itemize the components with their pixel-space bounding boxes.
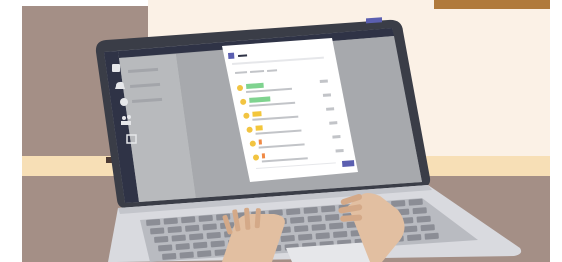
illustration-canvas xyxy=(22,0,550,262)
row-tag xyxy=(255,125,263,131)
keyboard-key xyxy=(189,233,204,241)
keyboard-key xyxy=(175,243,190,251)
dialog-icon xyxy=(228,52,235,59)
picture-frame xyxy=(434,0,550,9)
row-avatar xyxy=(249,140,256,147)
keyboard-key xyxy=(146,218,161,226)
keyboard-key xyxy=(416,215,431,223)
keyboard-key xyxy=(321,205,336,213)
row-badge xyxy=(326,107,335,111)
laptop-illustration xyxy=(0,0,562,262)
keyboard-key xyxy=(193,241,208,249)
keyboard-key xyxy=(307,215,322,223)
keyboard-key xyxy=(150,227,165,235)
keyboard-key xyxy=(290,216,305,224)
keyboard-key xyxy=(206,231,221,239)
chat-icon xyxy=(120,98,128,106)
keyboard-key xyxy=(163,217,178,225)
keyboard-key xyxy=(412,207,427,215)
row-avatar xyxy=(253,154,259,161)
dialog-confirm-button xyxy=(342,160,355,167)
rail-square-icon xyxy=(112,64,120,72)
row-avatar xyxy=(246,126,253,133)
keyboard-key xyxy=(325,213,340,221)
row-avatar xyxy=(240,98,247,105)
keyboard-key xyxy=(167,226,182,234)
row-tag xyxy=(258,139,262,145)
keyboard-key xyxy=(171,234,186,242)
keyboard-key xyxy=(333,230,348,238)
keyboard-key xyxy=(311,223,326,231)
row-tag xyxy=(252,111,262,117)
keyboard-key xyxy=(303,206,318,214)
keyboard-key xyxy=(154,235,169,243)
keyboard-key xyxy=(202,223,217,231)
wall-top-strip xyxy=(22,0,148,6)
keyboard-key xyxy=(210,240,225,248)
keyboard-key xyxy=(424,232,439,240)
row-badge xyxy=(332,135,341,139)
keyboard-key xyxy=(298,233,313,241)
keyboard-key xyxy=(158,244,173,252)
keyboard-key xyxy=(286,208,301,216)
row-badge xyxy=(319,79,328,84)
row-badge xyxy=(329,121,338,125)
keyboard-key xyxy=(198,214,213,222)
row-tag xyxy=(261,153,266,159)
keyboard-key xyxy=(179,251,194,259)
keyboard-key xyxy=(391,200,406,208)
keyboard-key xyxy=(407,234,422,242)
keyboard-key xyxy=(162,252,177,260)
keyboard-key xyxy=(420,224,435,232)
keyboard-key xyxy=(294,225,309,233)
row-badge xyxy=(335,148,344,153)
keyboard-key xyxy=(329,222,344,230)
keyboard-key xyxy=(197,250,212,258)
row-badge xyxy=(322,93,332,97)
keyboard-key xyxy=(185,224,200,232)
keyboard-key xyxy=(181,216,196,224)
keyboard-key xyxy=(408,198,423,206)
keyboard-key xyxy=(403,225,418,233)
keyboard-key xyxy=(315,232,330,240)
keyboard-key xyxy=(280,235,295,242)
row-avatar xyxy=(237,85,243,91)
row-avatar xyxy=(243,112,250,119)
